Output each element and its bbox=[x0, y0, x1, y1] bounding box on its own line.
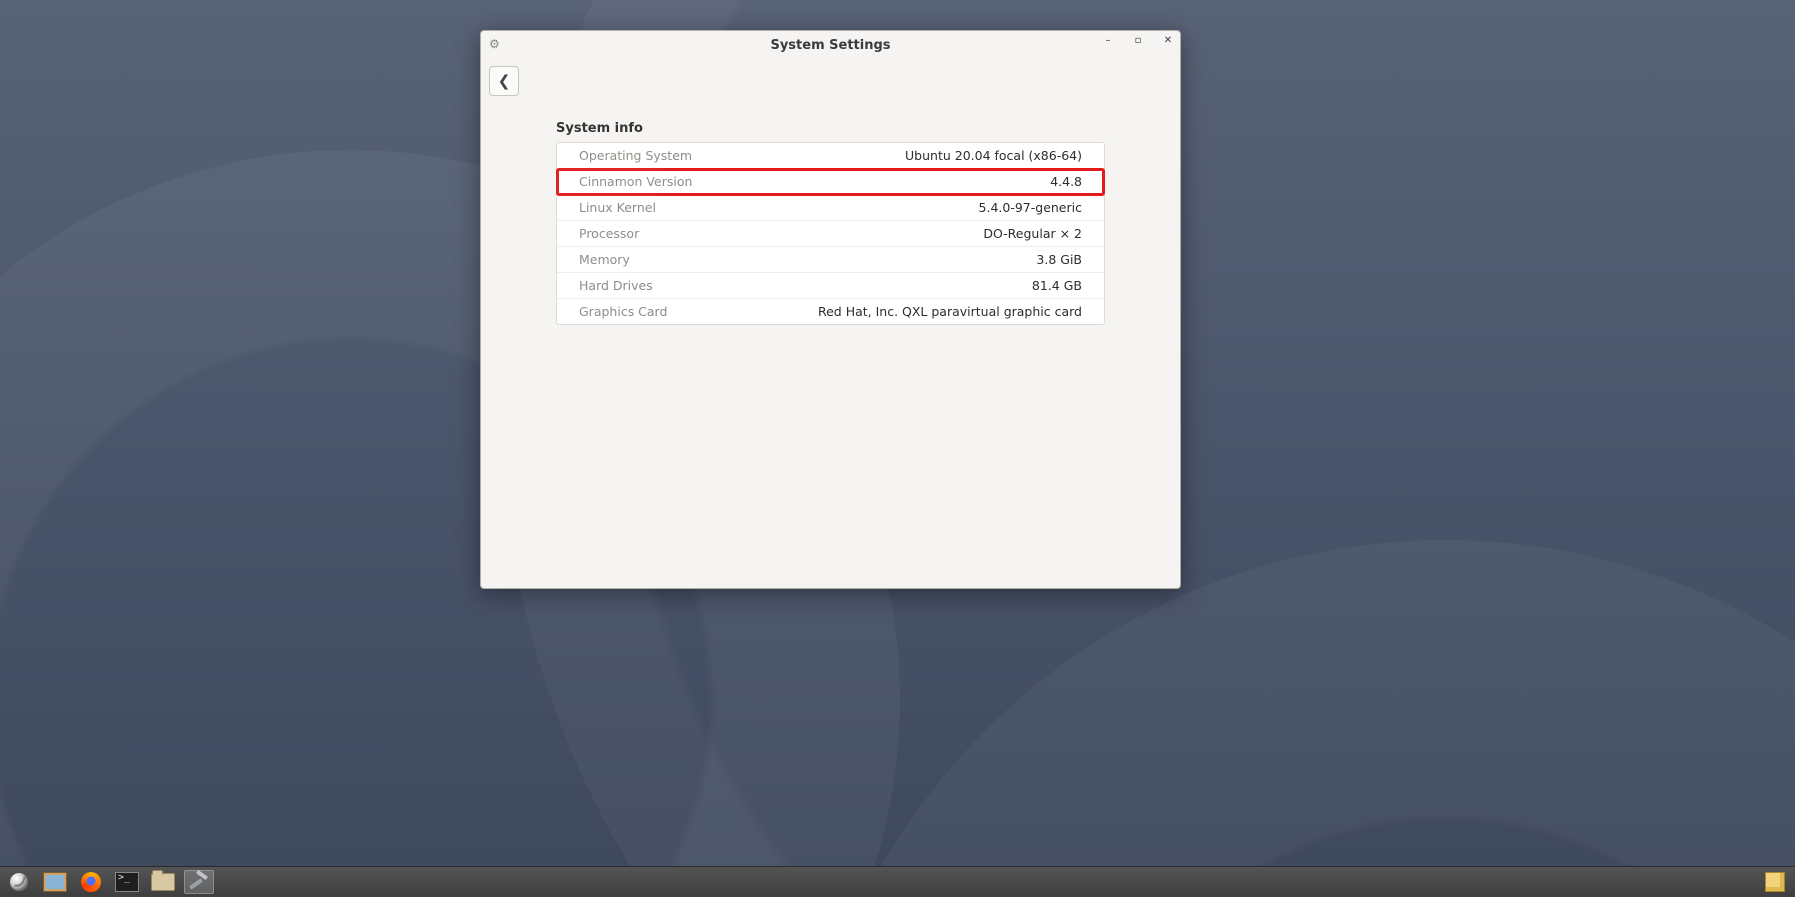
taskbar bbox=[0, 866, 1795, 897]
info-value: 4.4.8 bbox=[1050, 174, 1082, 189]
info-row-linux-kernel: Linux Kernel 5.4.0-97-generic bbox=[557, 195, 1104, 221]
system-info-table: Operating System Ubuntu 20.04 focal (x86-… bbox=[556, 142, 1105, 325]
info-label: Processor bbox=[579, 226, 639, 241]
taskbar-files[interactable] bbox=[148, 870, 178, 894]
info-label: Linux Kernel bbox=[579, 200, 656, 215]
content-area: System info Operating System Ubuntu 20.04… bbox=[481, 103, 1180, 588]
desktop-wallpaper: ⚙ System Settings – ▫ ✕ ❮ System info Op… bbox=[0, 0, 1795, 867]
taskbar-terminal[interactable] bbox=[112, 870, 142, 894]
info-value: Ubuntu 20.04 focal (x86-64) bbox=[905, 148, 1082, 163]
info-value: Red Hat, Inc. QXL paravirtual graphic ca… bbox=[818, 304, 1082, 319]
info-value: DO-Regular × 2 bbox=[983, 226, 1082, 241]
terminal-icon bbox=[115, 872, 139, 892]
system-settings-window: ⚙ System Settings – ▫ ✕ ❮ System info Op… bbox=[480, 30, 1181, 589]
system-tray bbox=[1765, 872, 1791, 892]
section-title: System info bbox=[556, 121, 1105, 136]
back-button[interactable]: ❮ bbox=[489, 66, 519, 96]
window-controls: – ▫ ✕ bbox=[1102, 35, 1174, 46]
show-desktop-icon bbox=[43, 872, 67, 892]
toolbar: ❮ bbox=[481, 59, 1180, 103]
info-row-cinnamon-version: Cinnamon Version 4.4.8 bbox=[557, 169, 1104, 195]
wallpaper-swirl bbox=[795, 540, 1795, 867]
info-value: 5.4.0-97-generic bbox=[979, 200, 1082, 215]
window-title: System Settings bbox=[481, 38, 1180, 53]
taskbar-menu-button[interactable] bbox=[4, 870, 34, 894]
chevron-left-icon: ❮ bbox=[498, 72, 511, 90]
info-value: 3.8 GiB bbox=[1036, 252, 1082, 267]
files-icon bbox=[151, 873, 175, 891]
window-app-icon: ⚙ bbox=[489, 37, 500, 51]
info-label: Hard Drives bbox=[579, 278, 653, 293]
menu-icon bbox=[10, 873, 28, 891]
info-row-operating-system: Operating System Ubuntu 20.04 focal (x86-… bbox=[557, 143, 1104, 169]
minimize-button[interactable]: – bbox=[1102, 35, 1114, 46]
maximize-button[interactable]: ▫ bbox=[1132, 35, 1144, 46]
taskbar-firefox[interactable] bbox=[76, 870, 106, 894]
taskbar-show-desktop[interactable] bbox=[40, 870, 70, 894]
settings-icon bbox=[188, 872, 210, 892]
firefox-icon bbox=[81, 872, 101, 892]
info-row-memory: Memory 3.8 GiB bbox=[557, 247, 1104, 273]
tray-notes-icon[interactable] bbox=[1765, 872, 1785, 892]
info-value: 81.4 GB bbox=[1032, 278, 1082, 293]
info-row-hard-drives: Hard Drives 81.4 GB bbox=[557, 273, 1104, 299]
info-label: Graphics Card bbox=[579, 304, 667, 319]
titlebar[interactable]: ⚙ System Settings – ▫ ✕ bbox=[481, 31, 1180, 59]
info-row-graphics-card: Graphics Card Red Hat, Inc. QXL paravirtu… bbox=[557, 299, 1104, 324]
taskbar-settings[interactable] bbox=[184, 870, 214, 894]
info-label: Memory bbox=[579, 252, 630, 267]
close-button[interactable]: ✕ bbox=[1162, 35, 1174, 46]
info-row-processor: Processor DO-Regular × 2 bbox=[557, 221, 1104, 247]
info-label: Operating System bbox=[579, 148, 692, 163]
info-label: Cinnamon Version bbox=[579, 174, 692, 189]
